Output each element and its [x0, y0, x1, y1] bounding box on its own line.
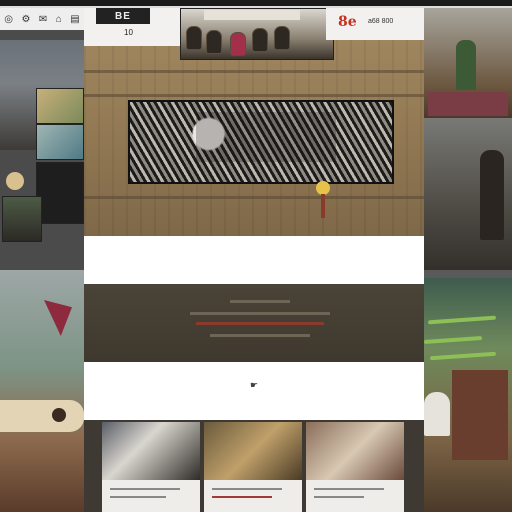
card-text-line	[110, 488, 180, 490]
right-photo-band	[428, 92, 508, 116]
gear-icon[interactable]: ⚙	[21, 14, 30, 25]
feature-text-line	[230, 300, 290, 303]
header-nav-text[interactable]: a68 800	[368, 18, 393, 25]
card-text-line	[110, 496, 166, 498]
person-figure	[274, 26, 290, 50]
cta-section	[84, 362, 424, 420]
card-text-line	[212, 496, 272, 498]
left-icon-row: ◎ ⚙ ✉ ⌂ ▤	[0, 8, 84, 30]
feature-text-line	[210, 334, 310, 337]
left-thumb-chart[interactable]	[36, 124, 84, 160]
person-figure	[230, 32, 246, 56]
circle-icon	[52, 408, 66, 422]
feature-text-line	[190, 312, 330, 315]
person-figure	[252, 28, 268, 52]
group-photo-caption	[204, 10, 300, 20]
pointer-icon[interactable]: ☛	[250, 380, 258, 391]
brand-mark[interactable]: 8e	[338, 14, 357, 30]
left-banner-pill	[0, 400, 84, 432]
card-text-line	[314, 488, 384, 490]
feature-text-line	[196, 322, 324, 325]
plank-seam	[84, 196, 424, 199]
card-3-image[interactable]	[306, 422, 404, 480]
card-text-line	[212, 488, 282, 490]
person-figure	[186, 26, 202, 50]
plank-seam	[84, 94, 424, 97]
banner-overlay	[196, 112, 336, 162]
right-figure	[456, 40, 476, 90]
card-2[interactable]	[204, 422, 302, 512]
flower-icon	[316, 181, 330, 218]
card-2-image[interactable]	[204, 422, 302, 480]
card-1-image[interactable]	[102, 422, 200, 480]
menu-icon[interactable]: ▤	[70, 14, 79, 25]
left-thumb-dark[interactable]	[36, 162, 84, 224]
left-photo-bottom[interactable]	[0, 270, 84, 512]
home-icon[interactable]: ⌂	[56, 14, 62, 25]
left-thumb-person[interactable]	[2, 196, 42, 242]
left-thumb-map[interactable]	[36, 88, 84, 124]
header-sub-label: 10	[124, 28, 133, 37]
card-1[interactable]	[102, 422, 200, 512]
avatar	[6, 172, 24, 190]
mail-icon[interactable]: ✉	[39, 14, 47, 25]
right-figure-3	[424, 392, 450, 436]
right-photo-door	[452, 370, 508, 460]
card-3[interactable]	[306, 422, 404, 512]
right-figure-2	[480, 150, 504, 240]
person-figure	[206, 30, 222, 54]
intro-section	[84, 236, 424, 284]
globe-icon[interactable]: ◎	[4, 14, 13, 25]
card-row	[102, 422, 404, 512]
site-logo[interactable]: BE	[96, 8, 150, 24]
plank-seam	[84, 70, 424, 73]
card-text-line	[314, 496, 364, 498]
